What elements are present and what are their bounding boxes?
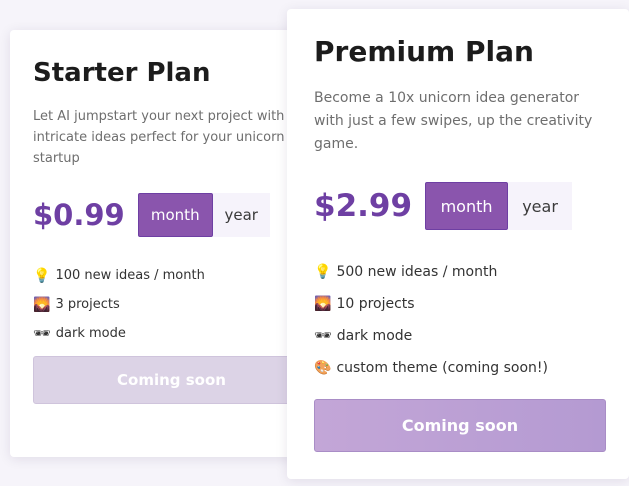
starter-billing-toggle: month year xyxy=(137,193,270,237)
feature-text: dark mode xyxy=(55,326,126,341)
feature-text: 500 new ideas / month xyxy=(336,264,498,280)
starter-coming-soon-button[interactable]: Coming soon xyxy=(33,356,310,404)
premium-year-option[interactable]: year xyxy=(508,182,573,230)
feature-text: custom theme (coming soon!) xyxy=(336,360,548,376)
sunglasses-icon: 🕶 xyxy=(314,328,332,344)
lightbulb-icon: 💡 xyxy=(33,267,51,284)
feature-item: 🌄 3 projects xyxy=(33,290,310,319)
starter-price-row: $0.99 month year xyxy=(33,193,310,237)
palette-icon: 🎨 xyxy=(314,360,332,376)
sunrise-photo-icon: 🌄 xyxy=(33,296,51,313)
premium-plan-title: Premium Plan xyxy=(314,35,534,68)
premium-feature-list: 💡 500 new ideas / month 🌄 10 projects 🕶 … xyxy=(314,256,629,384)
starter-year-option[interactable]: year xyxy=(212,193,270,237)
feature-item: 🎨 custom theme (coming soon!) xyxy=(314,352,629,384)
premium-coming-soon-button[interactable]: Coming soon xyxy=(314,399,606,452)
lightbulb-icon: 💡 xyxy=(314,264,332,280)
premium-month-option[interactable]: month xyxy=(425,182,509,230)
starter-month-option[interactable]: month xyxy=(137,193,213,237)
feature-item: 🌄 10 projects xyxy=(314,288,629,320)
feature-item: 🕶 dark mode xyxy=(33,319,310,348)
starter-price: $0.99 xyxy=(33,198,125,232)
starter-plan-card: Starter Plan Let AI jumpstart your next … xyxy=(10,30,310,457)
feature-item: 💡 100 new ideas / month xyxy=(33,261,310,290)
feature-text: 100 new ideas / month xyxy=(55,268,205,283)
premium-billing-toggle: month year xyxy=(425,182,573,230)
sunrise-photo-icon: 🌄 xyxy=(314,296,332,312)
feature-text: 10 projects xyxy=(336,296,415,312)
sunglasses-icon: 🕶 xyxy=(33,325,51,342)
starter-plan-title: Starter Plan xyxy=(33,58,211,88)
feature-item: 🕶 dark mode xyxy=(314,320,629,352)
feature-item: 💡 500 new ideas / month xyxy=(314,256,629,288)
starter-feature-list: 💡 100 new ideas / month 🌄 3 projects 🕶 d… xyxy=(33,261,310,348)
feature-text: dark mode xyxy=(336,328,413,344)
premium-price-row: $2.99 month year xyxy=(314,182,629,230)
premium-plan-description: Become a 10x unicorn idea generator with… xyxy=(314,90,593,152)
starter-plan-description: Let AI jumpstart your next project with … xyxy=(33,109,285,166)
premium-price: $2.99 xyxy=(314,188,413,224)
premium-plan-card: Premium Plan Become a 10x unicorn idea g… xyxy=(287,9,629,479)
feature-text: 3 projects xyxy=(55,297,120,312)
